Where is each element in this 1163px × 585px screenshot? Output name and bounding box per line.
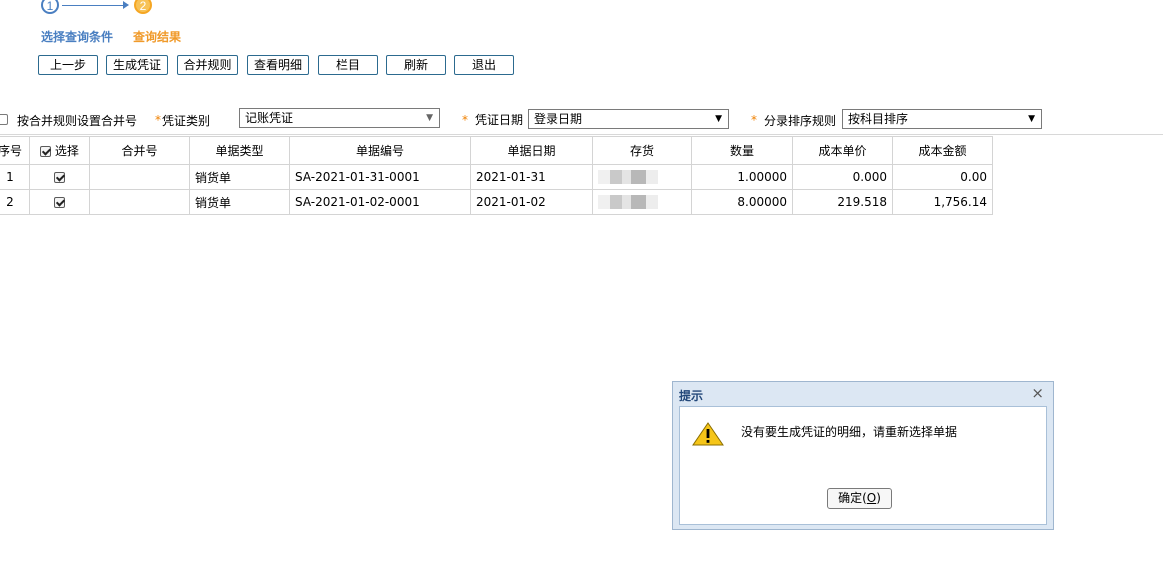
- view-detail-button[interactable]: 查看明细: [247, 55, 309, 75]
- col-header-seq[interactable]: 序号: [0, 136, 30, 165]
- col-header-cost-amount[interactable]: 成本金额: [892, 136, 993, 165]
- ok-button-label-end: ): [876, 491, 881, 505]
- generate-voucher-button[interactable]: 生成凭证: [106, 55, 168, 75]
- cell-doc-date: 2021-01-02: [470, 189, 593, 215]
- step-2-label: 查询结果: [133, 30, 182, 44]
- chevron-down-icon: ▼: [426, 113, 433, 123]
- columns-button[interactable]: 栏目: [318, 55, 378, 75]
- cell-doc-date: 2021-01-31: [470, 164, 593, 190]
- row-select-checkbox[interactable]: [54, 197, 65, 208]
- col-header-unit-cost[interactable]: 成本单价: [792, 136, 893, 165]
- cell-doc-no: SA-2021-01-31-0001: [289, 164, 471, 190]
- entry-sort-required-mark: *: [751, 113, 757, 127]
- cell-inventory: [592, 189, 692, 215]
- cell-select[interactable]: [29, 164, 90, 190]
- col-header-doc-no[interactable]: 单据编号: [289, 136, 471, 165]
- voucher-type-value: 记账凭证: [245, 111, 294, 125]
- col-header-doc-date[interactable]: 单据日期: [470, 136, 593, 165]
- chevron-down-icon: ▼: [715, 114, 722, 124]
- col-header-merge-no[interactable]: 合并号: [89, 136, 190, 165]
- voucher-date-select[interactable]: 登录日期 ▼: [528, 109, 729, 129]
- voucher-date-value: 登录日期: [534, 112, 583, 126]
- ok-button-mnemonic: O: [866, 491, 877, 505]
- cell-inventory: [592, 164, 692, 190]
- merge-by-rule-checkbox[interactable]: [0, 114, 8, 125]
- cell-select[interactable]: [29, 189, 90, 215]
- divider: [0, 134, 1163, 135]
- redacted-inventory-image: [598, 170, 658, 185]
- step-1-label[interactable]: 选择查询条件: [41, 28, 113, 45]
- voucher-date-label: 凭证日期: [475, 113, 524, 127]
- voucher-type-required-mark: *: [155, 113, 161, 127]
- cell-doc-type: 销货单: [189, 164, 290, 190]
- col-header-select-label: 选择: [54, 144, 79, 158]
- table-row[interactable]: 2 销货单 SA-2021-01-02-0001 2021-01-02 8.00…: [0, 189, 993, 215]
- cell-merge-no[interactable]: [89, 164, 190, 190]
- cell-doc-type: 销货单: [189, 189, 290, 215]
- entry-sort-value: 按科目排序: [848, 112, 909, 126]
- col-header-doc-type[interactable]: 单据类型: [189, 136, 290, 165]
- chevron-down-icon: ▼: [1028, 114, 1035, 124]
- voucher-type-select[interactable]: 记账凭证 ▼: [239, 108, 440, 128]
- voucher-date-required-mark: *: [462, 113, 468, 127]
- table-header-row: 序号 选择 合并号 单据类型 单据编号 单据日期 存货 数量 成本单价 成本金额: [0, 136, 993, 165]
- col-header-quantity[interactable]: 数量: [691, 136, 793, 165]
- step-2-circle: 2: [134, 0, 152, 14]
- select-all-checkbox[interactable]: [40, 146, 52, 157]
- cell-doc-no: SA-2021-01-02-0001: [289, 189, 471, 215]
- cell-unit-cost: 219.518: [792, 189, 893, 215]
- entry-sort-label: 分录排序规则: [764, 114, 837, 128]
- dialog-body: 没有要生成凭证的明细，请重新选择单据 确定(O): [679, 406, 1047, 525]
- cell-quantity: 1.00000: [691, 164, 793, 190]
- cell-quantity: 8.00000: [691, 189, 793, 215]
- col-header-inventory[interactable]: 存货: [592, 136, 692, 165]
- merge-by-rule-label: 按合并规则设置合并号: [17, 114, 138, 128]
- col-header-select[interactable]: 选择: [29, 136, 90, 165]
- prev-step-button[interactable]: 上一步: [38, 55, 98, 75]
- step-1-circle: 1: [41, 0, 59, 14]
- cell-merge-no[interactable]: [89, 189, 190, 215]
- row-select-checkbox[interactable]: [54, 172, 65, 183]
- refresh-button[interactable]: 刷新: [386, 55, 446, 75]
- step-arrow-icon: [123, 1, 129, 9]
- table-row[interactable]: 1 销货单 SA-2021-01-31-0001 2021-01-31 1.00…: [0, 164, 993, 190]
- dialog-message: 没有要生成凭证的明细，请重新选择单据: [741, 425, 958, 439]
- exit-button[interactable]: 退出: [454, 55, 514, 75]
- entry-sort-select[interactable]: 按科目排序 ▼: [842, 109, 1042, 129]
- cell-unit-cost: 0.000: [792, 164, 893, 190]
- voucher-type-label: 凭证类别: [162, 114, 211, 128]
- ok-button-label: 确定(: [838, 491, 867, 505]
- ok-button[interactable]: 确定(O): [827, 488, 892, 509]
- cell-cost-amount: 1,756.14: [892, 189, 993, 215]
- cell-seq: 1: [0, 164, 30, 190]
- dialog-title: 提示: [679, 389, 704, 403]
- cell-seq: 2: [0, 189, 30, 215]
- close-icon[interactable]: ×: [1031, 384, 1044, 402]
- merge-rule-button[interactable]: 合并规则: [177, 55, 238, 75]
- alert-dialog: 提示 × 没有要生成凭证的明细，请重新选择单据 确定(O): [672, 381, 1054, 530]
- result-table: 序号 选择 合并号 单据类型 单据编号 单据日期 存货 数量 成本单价 成本金额…: [0, 136, 993, 215]
- cell-cost-amount: 0.00: [892, 164, 993, 190]
- step-connector-line: [62, 5, 126, 6]
- warning-icon: [692, 422, 724, 446]
- redacted-inventory-image: [598, 195, 658, 210]
